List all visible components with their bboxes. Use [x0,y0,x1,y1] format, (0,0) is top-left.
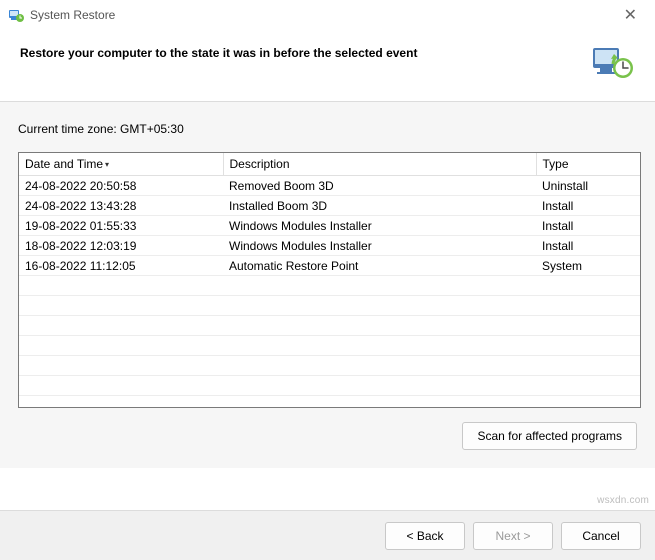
column-header-date[interactable]: Date and Time▾ [19,153,223,176]
table-row-empty: . [19,376,640,396]
scan-affected-programs-button[interactable]: Scan for affected programs [462,422,637,450]
watermark: wsxdn.com [597,495,649,506]
table-row-empty: . [19,296,640,316]
back-button[interactable]: < Back [385,522,465,550]
restore-points-table[interactable]: Date and Time▾ Description Type 24-08-20… [18,152,641,408]
cancel-button[interactable]: Cancel [561,522,641,550]
table-row-empty: . [19,356,640,376]
wizard-header: Restore your computer to the state it wa… [0,30,655,102]
cell-date: 18-08-2022 12:03:19 [19,236,223,256]
table-row-empty: . [19,276,640,296]
cell-type: System [536,256,640,276]
column-header-description[interactable]: Description [223,153,536,176]
cell-desc: Automatic Restore Point [223,256,536,276]
table-row[interactable]: 16-08-2022 11:12:05 Automatic Restore Po… [19,256,640,276]
column-header-date-label: Date and Time [25,157,103,171]
cell-type: Install [536,236,640,256]
titlebar: System Restore ✕ [0,0,655,30]
cell-desc: Windows Modules Installer [223,236,536,256]
timezone-label: Current time zone: GMT+05:30 [18,122,641,136]
column-header-type[interactable]: Type [536,153,640,176]
cell-desc: Removed Boom 3D [223,176,536,196]
cell-desc: Windows Modules Installer [223,216,536,236]
cell-type: Install [536,196,640,216]
cell-date: 19-08-2022 01:55:33 [19,216,223,236]
table-row[interactable]: 19-08-2022 01:55:33 Windows Modules Inst… [19,216,640,236]
close-icon[interactable]: ✕ [618,6,643,26]
sort-descending-icon: ▾ [105,160,109,169]
table-row-empty: . [19,336,640,356]
page-heading: Restore your computer to the state it wa… [20,42,591,60]
table-row[interactable]: 24-08-2022 13:43:28 Installed Boom 3D In… [19,196,640,216]
cell-date: 24-08-2022 20:50:58 [19,176,223,196]
table-row-empty: . [19,316,640,336]
cell-type: Install [536,216,640,236]
window-title: System Restore [30,8,115,22]
restore-illustration-icon [591,42,635,85]
wizard-content: Current time zone: GMT+05:30 Date and Ti… [0,102,655,468]
cell-date: 24-08-2022 13:43:28 [19,196,223,216]
next-button[interactable]: Next > [473,522,553,550]
table-row[interactable]: 18-08-2022 12:03:19 Windows Modules Inst… [19,236,640,256]
cell-type: Uninstall [536,176,640,196]
cell-desc: Installed Boom 3D [223,196,536,216]
system-restore-icon [8,7,24,23]
cell-date: 16-08-2022 11:12:05 [19,256,223,276]
wizard-footer: < Back Next > Cancel [0,510,655,560]
table-row[interactable]: 24-08-2022 20:50:58 Removed Boom 3D Unin… [19,176,640,196]
